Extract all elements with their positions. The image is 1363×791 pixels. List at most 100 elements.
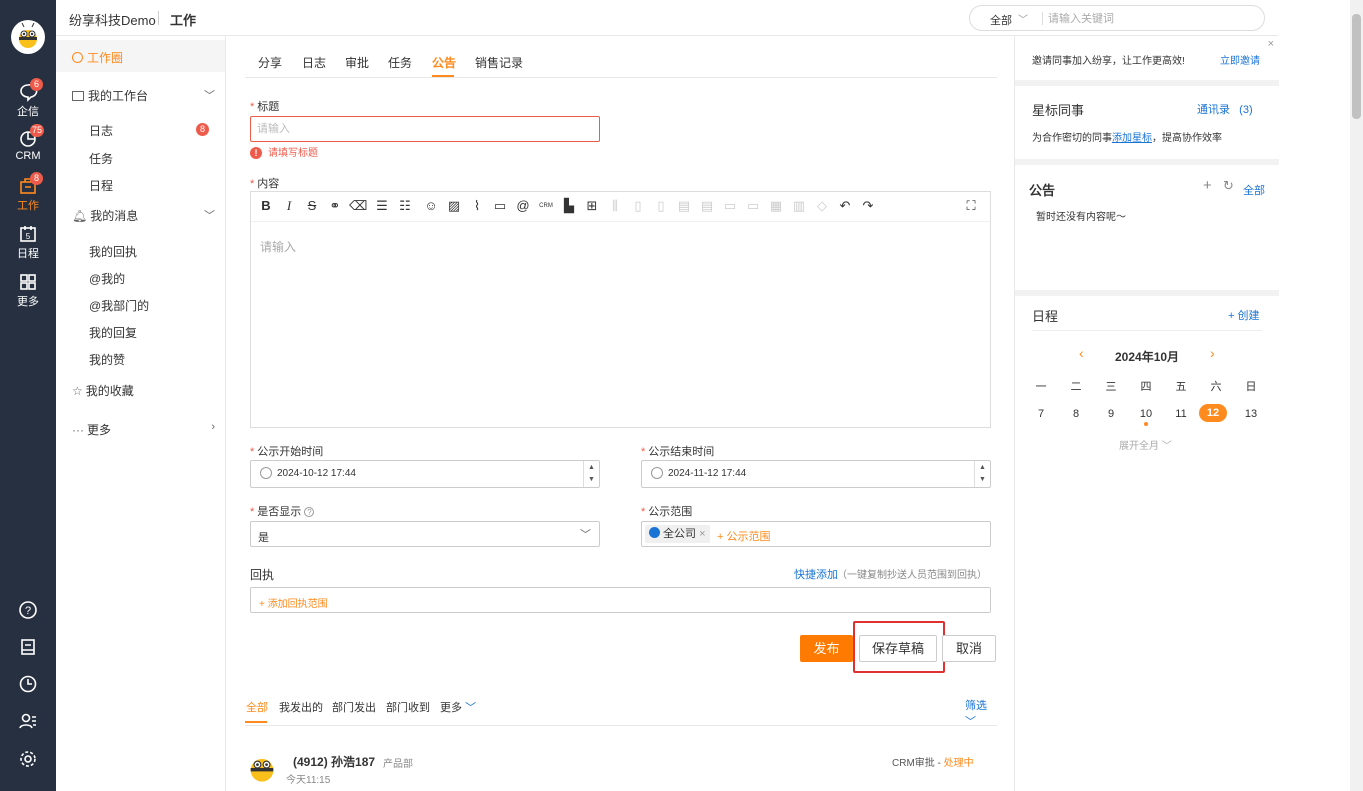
time-stepper[interactable]: ▲ ▼ [974, 461, 990, 487]
title-field[interactable] [250, 116, 600, 142]
page-scrollbar[interactable] [1350, 0, 1363, 791]
post-type-tabs: 分享 日志 审批 任务 公告 销售记录 [245, 52, 997, 78]
tab-share[interactable]: 分享 [258, 54, 282, 71]
feed-tab-all[interactable]: 全部 [246, 699, 268, 715]
plus-icon[interactable]: + [1203, 177, 1212, 194]
image-icon[interactable]: ▨ [445, 198, 463, 214]
rail-item-qixin[interactable]: 企信 6 [0, 78, 56, 119]
next-month-icon[interactable]: › [1210, 345, 1215, 361]
invite-link[interactable]: 立即邀请 [1220, 52, 1260, 67]
search-input[interactable] [1048, 10, 1248, 27]
calendar-day[interactable]: 9 [1101, 408, 1121, 420]
feed-item[interactable]: (4912) 孙浩187 产品部 今天11:15 CRM审批 - 处理中 [245, 748, 997, 791]
help-icon[interactable]: ? [304, 507, 315, 517]
mention-icon[interactable]: @ [514, 198, 532, 213]
search-scope-select[interactable]: 全部 [990, 12, 1012, 28]
strikethrough-icon[interactable]: S [303, 198, 321, 213]
tab-sales-record[interactable]: 销售记录 [475, 54, 523, 71]
announcement-all-link[interactable]: 全部 [1243, 182, 1265, 198]
rail-item-more[interactable]: 更多 [0, 272, 56, 309]
post-author[interactable]: (4912) 孙浩187 [293, 753, 375, 770]
history-icon[interactable] [18, 674, 38, 694]
add-star-link[interactable]: 添加星标 [1112, 133, 1152, 144]
sidebar-item-more[interactable]: ··· 更多 › [56, 421, 225, 438]
tab-approval[interactable]: 审批 [345, 54, 369, 71]
fullscreen-icon[interactable]: ⛶ [962, 198, 980, 214]
settings-icon[interactable] [18, 749, 38, 769]
rail-item-schedule[interactable]: 5 日程 [0, 224, 56, 261]
start-time-field[interactable]: 2024-10-12 17:44 ▲ ▼ [250, 460, 600, 488]
title-input[interactable] [251, 117, 599, 141]
tab-announcement[interactable]: 公告 [432, 54, 456, 71]
create-schedule-link[interactable]: + 创建 [1228, 307, 1259, 323]
feed-tab-dept-received[interactable]: 部门收到 [386, 699, 430, 715]
quick-add-link[interactable]: 快捷添加 [794, 566, 838, 582]
badge-count: 75 [30, 124, 45, 137]
table-header-icon: ▦ [769, 198, 783, 213]
rail-item-work[interactable]: 工作 8 [0, 172, 56, 213]
note-icon[interactable] [18, 637, 38, 657]
rich-text-editor[interactable]: B I S ⚭ ⌫ ☰ ☷ ☺ ▨ ⌇ ▭ @ CRM ▙ ⊞ ⫼ ▯ ▯ ▤ … [250, 191, 991, 428]
tab-task[interactable]: 任务 [388, 54, 412, 71]
scope-tag[interactable]: 全公司 × [645, 525, 710, 543]
emoji-icon[interactable]: ☺ [422, 198, 440, 213]
monitor-icon [72, 91, 84, 101]
close-icon[interactable]: × [699, 528, 705, 540]
help-icon[interactable]: ? [18, 600, 38, 620]
content-label: * 内容 [250, 178, 280, 190]
calendar-day[interactable]: 11 [1171, 408, 1191, 420]
link-icon[interactable]: ⚭ [326, 198, 344, 214]
italic-icon[interactable]: I [280, 198, 298, 214]
crm-icon[interactable]: CRM [537, 203, 555, 209]
end-time-field[interactable]: 2024-11-12 17:44 ▲ ▼ [641, 460, 991, 488]
sidebar-item-label: 我的工作台 [88, 89, 149, 103]
redo-icon[interactable]: ↷ [859, 198, 877, 214]
tab-log[interactable]: 日志 [302, 54, 326, 71]
filter-button[interactable]: 筛选 ﹀ [965, 697, 997, 729]
calendar-day[interactable]: 8 [1066, 408, 1086, 420]
bullet-list-icon[interactable]: ☰ [373, 198, 391, 214]
add-receipt-link[interactable]: + 添加回执范围 [259, 595, 328, 610]
sidebar-item-label: 我的消息 [90, 209, 139, 223]
sidebar-item-workcircle[interactable]: 工作圈 [56, 40, 225, 72]
close-icon[interactable]: × [1268, 38, 1274, 50]
calendar-day[interactable]: 13 [1241, 408, 1261, 420]
calendar-day[interactable]: 10 [1136, 408, 1156, 420]
sidebar-group-messages[interactable]: 🔔︎ 我的消息 ﹀ [56, 207, 225, 225]
add-scope-link[interactable]: + 公示范围 [717, 528, 770, 544]
rail-item-crm[interactable]: CRM 75 [0, 124, 56, 162]
refresh-icon[interactable]: ↻ [1223, 178, 1234, 194]
display-select[interactable]: 是 ﹀ [250, 521, 600, 547]
attachment-icon[interactable]: ⌇ [468, 198, 486, 214]
publish-button[interactable]: 发布 [800, 635, 853, 662]
table-icon[interactable]: ⊞ [583, 198, 601, 214]
feed-tab-dept-sent[interactable]: 部门发出 [332, 699, 376, 715]
template-icon[interactable]: ▭ [491, 198, 509, 214]
sidebar-group-workbench[interactable]: 我的工作台 ﹀ [56, 87, 225, 105]
calendar-day[interactable]: 7 [1031, 408, 1051, 420]
scrollbar-thumb[interactable] [1352, 14, 1361, 119]
cancel-button[interactable]: 取消 [942, 635, 996, 662]
app-logo[interactable] [11, 20, 45, 54]
prev-month-icon[interactable]: ‹ [1079, 345, 1084, 361]
undo-icon[interactable]: ↶ [836, 198, 854, 214]
numbered-list-icon[interactable]: ☷ [396, 198, 414, 214]
feed-tab-more[interactable]: 更多 ﹀ [440, 699, 476, 715]
time-stepper[interactable]: ▲ ▼ [583, 461, 599, 487]
bee-logo-icon [19, 22, 37, 48]
contacts-icon[interactable] [18, 711, 38, 731]
star-colleagues-section: 星标同事 通讯录 (3) 为合作密切的同事添加星标，提高协作效率 [1015, 86, 1279, 165]
calendar-day-today[interactable]: 12 [1199, 404, 1227, 422]
receipt-field[interactable]: + 添加回执范围 [250, 587, 991, 613]
bold-icon[interactable]: B [257, 198, 275, 213]
feed-tab-sent[interactable]: 我发出的 [279, 699, 323, 715]
scope-field[interactable]: 全公司 × + 公示范围 [641, 521, 991, 547]
contacts-link[interactable]: 通讯录 (3) [1197, 101, 1253, 117]
chart-icon[interactable]: ▙ [560, 198, 578, 214]
weekday: 日 [1245, 381, 1257, 393]
expand-month-link[interactable]: 展开全月 ﹀ [1119, 437, 1172, 452]
chevron-down-icon[interactable]: ﹀ [1018, 11, 1028, 26]
save-draft-button[interactable]: 保存草稿 [859, 635, 937, 662]
sidebar-item-favorites[interactable]: ☆ 我的收藏 [56, 382, 225, 399]
eraser-icon[interactable]: ⌫ [349, 198, 367, 214]
